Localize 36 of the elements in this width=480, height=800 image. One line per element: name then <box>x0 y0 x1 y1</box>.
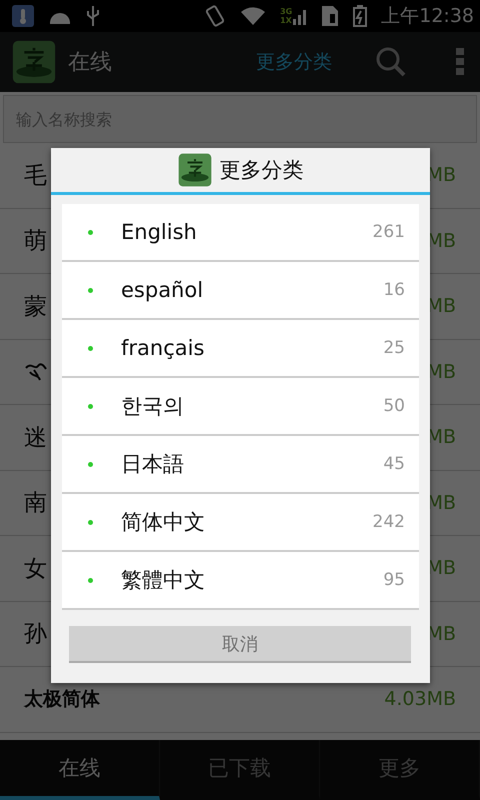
category-item[interactable]: 日本語 45 <box>62 436 419 494</box>
font-name: 迷 <box>24 424 47 453</box>
network-type-label: 3G 1X <box>280 7 292 25</box>
category-item[interactable]: español 16 <box>62 262 419 320</box>
category-item[interactable]: 한국의 50 <box>62 378 419 436</box>
sim-card-icon <box>321 5 340 27</box>
bullet-icon <box>88 404 93 408</box>
font-name: 孙 <box>24 620 47 650</box>
bullet-icon <box>88 578 93 582</box>
bullet-icon <box>88 462 93 466</box>
category-item[interactable]: English 261 <box>62 204 419 262</box>
bullet-icon <box>88 346 93 350</box>
font-name: 萌 <box>24 227 47 256</box>
bullet-icon <box>88 230 93 234</box>
category-item[interactable]: français 25 <box>62 320 419 378</box>
thermometer-app-icon <box>12 5 34 27</box>
battery-charging-icon <box>353 5 368 27</box>
dialog-title: 更多分类 <box>220 157 304 184</box>
rotation-icon <box>204 5 226 27</box>
font-name: 女 <box>24 554 47 584</box>
font-name: 蒙 <box>24 292 47 322</box>
usb-icon <box>86 5 100 27</box>
app-logo-icon <box>178 153 212 187</box>
wifi-icon <box>240 6 266 26</box>
signal-icon <box>293 7 308 25</box>
font-name: 毛 <box>24 162 47 191</box>
clock-time: 上午12:38 <box>381 4 474 29</box>
app-logo-icon <box>12 40 56 84</box>
bullet-icon <box>88 288 93 292</box>
font-name: 太极简体 <box>24 687 100 712</box>
font-size-label: 4.03MB <box>384 688 456 710</box>
category-item[interactable]: 简体中文 242 <box>62 494 419 552</box>
bullet-icon <box>88 520 93 524</box>
screen-title: 在线 <box>68 49 112 77</box>
font-name: 南 <box>24 489 47 518</box>
category-item[interactable]: 繁體中文 95 <box>62 552 419 610</box>
